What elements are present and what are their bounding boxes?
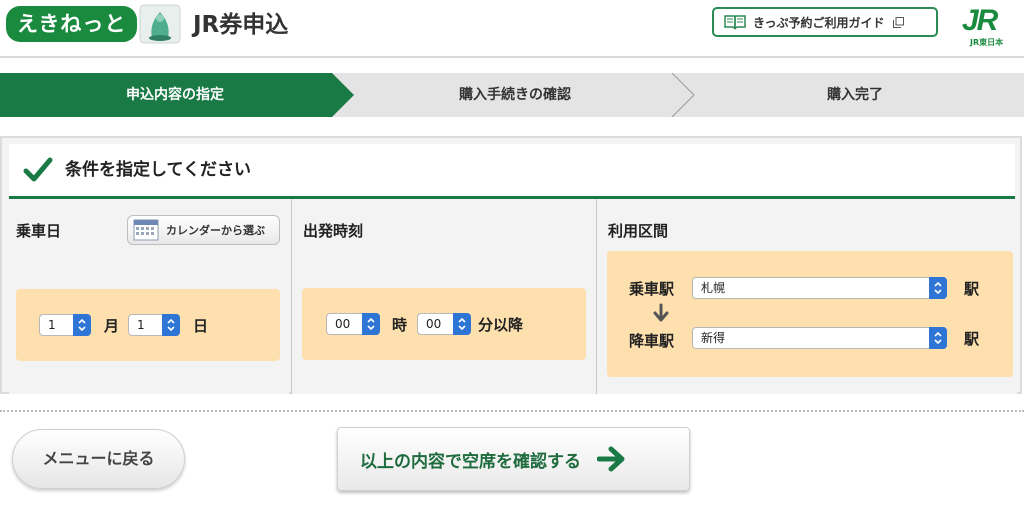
conditions-panel: 条件を指定してください 乗車日 カレンダーから選ぶ 1 月 1 日 出発時刻 0…	[0, 136, 1022, 394]
jr-logo-subtext: JR東日本	[970, 38, 1004, 47]
departure-station-value: 札幌	[701, 281, 726, 295]
boarding-date-title: 乗車日	[16, 222, 62, 240]
chevron-updown-icon	[78, 318, 86, 332]
section-divider	[0, 410, 1024, 412]
app-title: JR券申込	[193, 12, 289, 38]
arrival-station-value: 新得	[701, 331, 726, 345]
external-link-icon	[892, 16, 904, 28]
day-select-arrow	[162, 314, 180, 336]
route-input-box: 乗車駅 札幌 駅 降車駅 新得 駅	[607, 251, 1013, 377]
checkmark-icon	[23, 157, 53, 182]
book-icon	[724, 15, 746, 30]
minute-unit: 分以降	[478, 316, 524, 334]
mascot-icon	[139, 4, 181, 44]
ekinet-logo[interactable]: えきねっと	[6, 6, 138, 42]
chevron-updown-icon	[167, 318, 175, 332]
route-title: 利用区間	[608, 222, 669, 240]
usage-guide-label: きっぷ予約ご利用ガイド	[753, 15, 885, 30]
day-unit: 日	[193, 317, 209, 335]
check-availability-label: 以上の内容で空席を確認する	[360, 451, 581, 472]
chevron-updown-icon	[367, 317, 375, 331]
step-complete: 購入完了	[827, 87, 883, 103]
time-input-box: 00 時 00 分以降	[302, 288, 586, 360]
chevron-updown-icon	[934, 331, 942, 345]
arrow-down-icon	[653, 303, 669, 322]
arrival-station-label: 降車駅	[629, 332, 675, 350]
month-unit: 月	[104, 317, 120, 335]
usage-guide-button[interactable]: きっぷ予約ご利用ガイド	[712, 7, 938, 37]
calendar-icon	[133, 219, 159, 241]
departure-station-label: 乗車駅	[629, 280, 675, 298]
date-input-box: 1 月 1 日	[16, 289, 280, 361]
chevron-updown-icon	[458, 317, 466, 331]
calendar-button-label: カレンダーから選ぶ	[166, 224, 265, 237]
departure-station-unit: 駅	[964, 280, 980, 298]
step-specify: 申込内容の指定	[126, 87, 224, 103]
panel-header: 条件を指定してください	[9, 144, 1015, 199]
hour-unit: 時	[392, 316, 408, 334]
minute-value: 00	[426, 317, 442, 331]
route-section: 利用区間 乗車駅 札幌 駅 降車駅 新得 駅	[596, 199, 1017, 394]
departure-time-title: 出発時刻	[303, 222, 364, 240]
progress-steps: 申込内容の指定 購入手続きの確認 購入完了	[0, 73, 1024, 117]
month-select[interactable]: 1	[39, 314, 91, 336]
check-availability-button[interactable]: 以上の内容で空席を確認する	[337, 427, 690, 491]
departure-station-select[interactable]: 札幌	[692, 277, 947, 299]
hour-value: 00	[335, 317, 351, 331]
hour-select[interactable]: 00	[326, 313, 380, 335]
departure-select-arrow	[929, 277, 947, 299]
arrival-select-arrow	[929, 327, 947, 349]
minute-select-arrow	[453, 313, 471, 335]
back-to-menu-button[interactable]: メニューに戻る	[12, 429, 185, 489]
panel-title: 条件を指定してください	[65, 160, 251, 180]
calendar-button[interactable]: カレンダーから選ぶ	[127, 215, 280, 245]
arrival-station-select[interactable]: 新得	[692, 327, 947, 349]
boarding-date-section: 乗車日 カレンダーから選ぶ 1 月 1 日	[9, 199, 289, 394]
month-select-arrow	[73, 314, 91, 336]
chevron-updown-icon	[934, 281, 942, 295]
arrival-station-unit: 駅	[964, 330, 980, 348]
hour-select-arrow	[362, 313, 380, 335]
step-confirm: 購入手続きの確認	[459, 87, 571, 103]
jr-logo-text: JR	[962, 4, 998, 37]
top-bar: えきねっと JR券申込 きっぷ予約ご利用ガイド JR JR東日本	[0, 0, 1024, 58]
day-select[interactable]: 1	[128, 314, 180, 336]
departure-time-section: 出発時刻 00 時 00 分以降	[291, 199, 596, 394]
arrow-right-icon	[597, 446, 625, 472]
month-value: 1	[48, 318, 56, 332]
jr-east-logo[interactable]: JR JR東日本	[960, 4, 1018, 50]
day-value: 1	[137, 318, 145, 332]
minute-select[interactable]: 00	[417, 313, 471, 335]
